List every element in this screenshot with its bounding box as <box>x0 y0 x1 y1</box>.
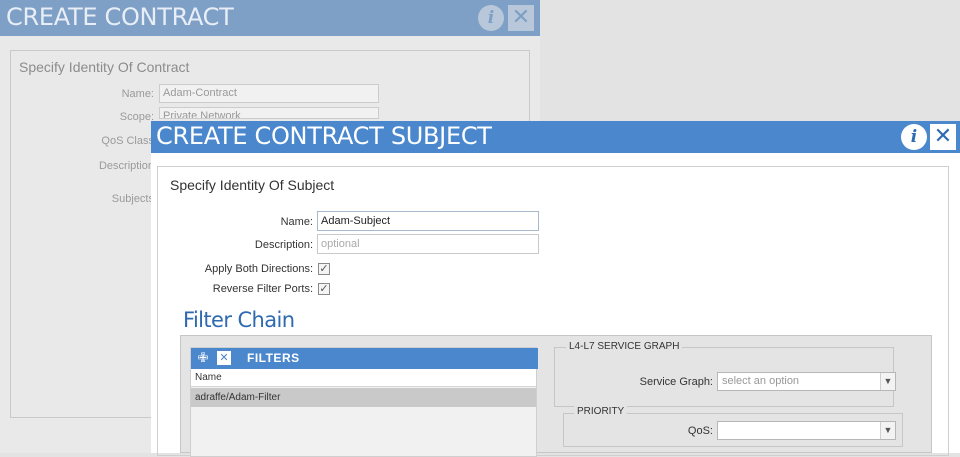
subject-name-input[interactable]: Adam-Subject <box>317 211 539 231</box>
service-graph-legend: L4-L7 SERVICE GRAPH <box>566 341 683 352</box>
qos-label: QoS: <box>687 425 713 437</box>
apply-both-directions-checkbox[interactable]: ✓ <box>318 263 330 275</box>
contract-name-input[interactable]: Adam-Contract <box>159 84 379 103</box>
close-icon[interactable]: ✕ <box>508 5 534 31</box>
contract-identity-legend: Specify Identity Of Contract <box>19 59 190 75</box>
service-graph-label: Service Graph: <box>639 376 713 388</box>
contract-subjects-label: Subjects <box>111 193 154 205</box>
filters-header: ✙ ✕ FILTERS <box>191 348 538 369</box>
apply-both-directions-label: Apply Both Directions: <box>204 263 313 275</box>
chevron-down-icon[interactable]: ▼ <box>880 422 895 439</box>
contract-qos-label: QoS Class <box>101 135 154 147</box>
service-graph-placeholder: select an option <box>722 375 800 387</box>
contract-name-label: Name: <box>121 88 154 100</box>
filter-chain-title: Filter Chain <box>183 308 295 332</box>
priority-legend: PRIORITY <box>574 406 628 417</box>
filters-column-name[interactable]: Name <box>191 369 536 387</box>
qos-select[interactable]: ▼ <box>717 421 896 440</box>
reverse-filter-ports-label: Reverse Filter Ports: <box>212 283 313 295</box>
filters-title: FILTERS <box>247 351 300 365</box>
service-graph-select[interactable]: select an option ▼ <box>717 372 896 391</box>
filter-chain-panel: ✙ ✕ FILTERS Name adraffe/Adam-Filter L4-… <box>180 335 932 457</box>
contract-scope-select[interactable]: Private Network <box>159 107 379 119</box>
create-contract-titlebar: CREATE CONTRACT i ✕ <box>0 0 540 36</box>
subject-identity-legend: Specify Identity Of Subject <box>170 177 335 193</box>
contract-description-label: Description <box>98 160 154 172</box>
contract-scope-label: Scope: <box>119 111 154 123</box>
info-icon[interactable]: i <box>478 5 504 31</box>
add-filter-icon[interactable]: ✙ <box>196 351 210 365</box>
filters-table: ✙ ✕ FILTERS Name adraffe/Adam-Filter <box>190 347 538 457</box>
subject-description-input[interactable]: optional <box>317 234 539 254</box>
create-contract-title: CREATE CONTRACT <box>6 3 234 31</box>
subject-dialog-title: CREATE CONTRACT SUBJECT <box>156 122 492 150</box>
close-icon[interactable]: ✕ <box>930 124 956 150</box>
reverse-filter-ports-checkbox[interactable]: ✓ <box>318 283 330 295</box>
chevron-down-icon[interactable]: ▼ <box>880 373 895 390</box>
subject-dialog-titlebar: CREATE CONTRACT SUBJECT i ✕ <box>151 121 960 153</box>
info-icon[interactable]: i <box>901 124 927 150</box>
subject-description-label: Description: <box>254 239 313 251</box>
create-contract-subject-dialog: CREATE CONTRACT SUBJECT i ✕ Specify Iden… <box>151 121 960 457</box>
subject-name-label: Name: <box>280 216 313 228</box>
table-row[interactable]: adraffe/Adam-Filter <box>191 388 536 407</box>
delete-filter-icon[interactable]: ✕ <box>217 351 231 365</box>
